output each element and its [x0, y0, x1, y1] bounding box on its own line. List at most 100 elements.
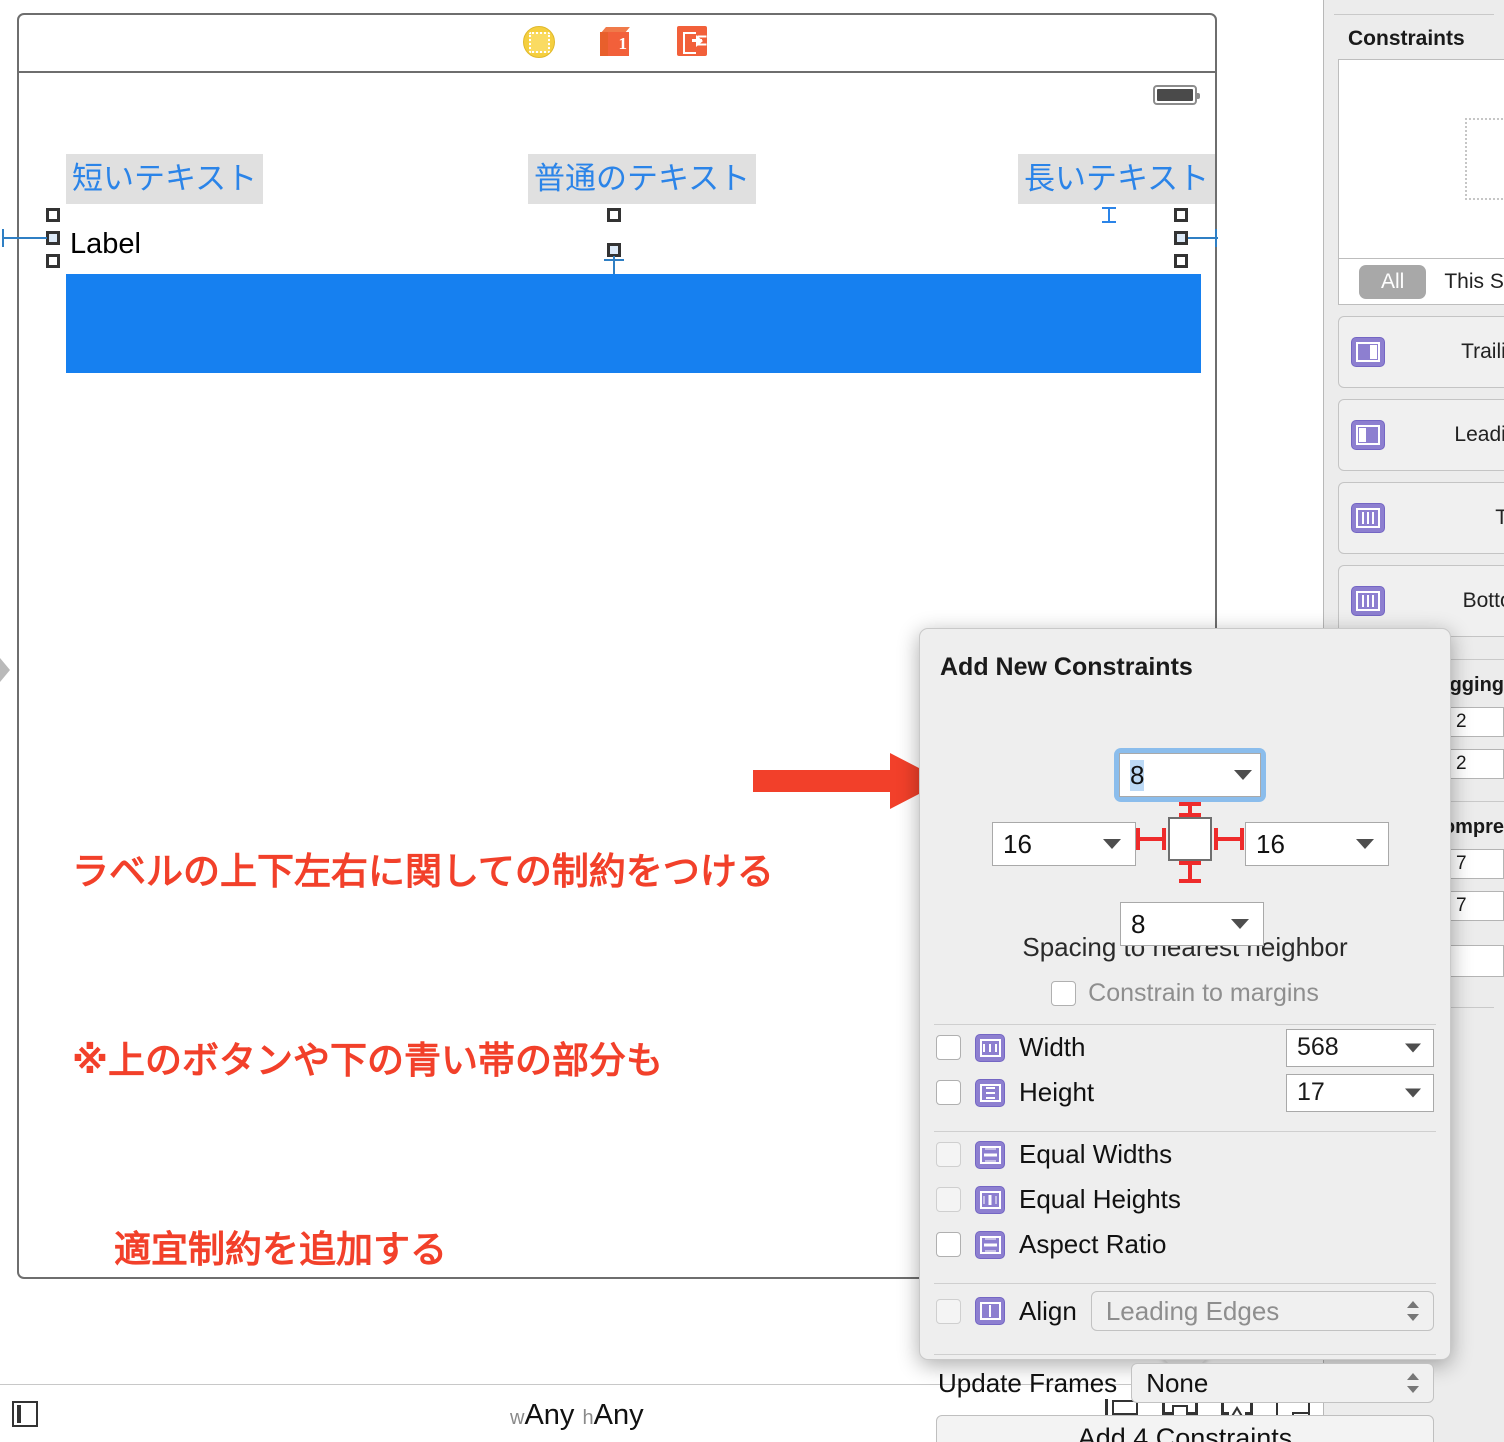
- constraint-label: Bottom S: [1462, 589, 1504, 612]
- constraint-row-leading[interactable]: Leading S: [1338, 399, 1504, 471]
- trailing-spacing-field[interactable]: 16: [1245, 822, 1389, 866]
- selection-handle-center-bottom[interactable]: [607, 243, 621, 257]
- height-value-field[interactable]: 17: [1286, 1073, 1434, 1112]
- blue-band-view[interactable]: [66, 274, 1201, 373]
- constraint-guide-leading-cap: [2, 229, 4, 247]
- add-constraints-button[interactable]: Add 4 Constraints: [936, 1415, 1434, 1442]
- width-option-row[interactable]: Width 568: [920, 1025, 1450, 1070]
- leading-strut-toggle[interactable]: [1136, 828, 1166, 850]
- top-spacing-field[interactable]: 8: [1119, 753, 1261, 797]
- selection-handle-center-top[interactable]: [607, 208, 621, 222]
- selection-handle-left-top[interactable]: [46, 208, 60, 222]
- baseline-guide-icon: [1102, 207, 1116, 223]
- constraint-label: Leading S: [1454, 423, 1504, 446]
- first-responder-badge: 1: [608, 32, 629, 56]
- trailing-spacing-value: 16: [1256, 828, 1285, 859]
- width-value: 568: [1297, 1033, 1339, 1061]
- segment-all[interactable]: All: [1359, 264, 1427, 299]
- constraint-guide-trailing-cap: [1215, 229, 1217, 247]
- width-checkbox[interactable]: [936, 1035, 961, 1060]
- annotation-text: ラベルの上下左右に関しての制約をつける ※上のボタンや下の青い帯の部分も 適宜制…: [72, 714, 774, 1407]
- chevron-down-icon[interactable]: [1231, 919, 1249, 929]
- chevron-down-icon[interactable]: [1356, 839, 1374, 849]
- compression-vertical-field[interactable]: 7: [1450, 891, 1504, 921]
- leading-spacing-field[interactable]: 16: [992, 822, 1136, 866]
- button-long-text[interactable]: 長いテキスト: [1018, 154, 1216, 204]
- chevron-down-icon[interactable]: [1234, 770, 1252, 780]
- selection-handle-left-bottom[interactable]: [46, 254, 60, 268]
- top-space-icon: [1351, 503, 1385, 533]
- align-option-row[interactable]: Align Leading Edges: [920, 1284, 1450, 1338]
- bottom-strut-toggle[interactable]: [1179, 861, 1201, 883]
- top-strut-toggle[interactable]: [1179, 802, 1201, 817]
- width-label: Width: [1019, 1032, 1086, 1062]
- update-frames-row[interactable]: Update Frames None: [920, 1355, 1450, 1403]
- button-normal-text[interactable]: 普通のテキスト: [528, 154, 757, 204]
- width-value-field[interactable]: 568: [1286, 1028, 1434, 1067]
- exit-icon[interactable]: [677, 26, 711, 60]
- constrain-to-margins-row[interactable]: Constrain to margins: [920, 979, 1450, 1008]
- constraint-row-bottom[interactable]: Bottom S: [1338, 565, 1504, 637]
- hugging-horizontal-field[interactable]: 2: [1450, 707, 1504, 737]
- constraint-scope-segmented-control[interactable]: All This Si: [1338, 259, 1504, 305]
- chevron-down-icon[interactable]: [1103, 839, 1121, 849]
- trailing-strut-toggle[interactable]: [1214, 828, 1244, 850]
- add-new-constraints-popover[interactable]: Add New Constraints 8 16 16 8 Spacing to…: [919, 628, 1451, 1442]
- trailing-space-icon: [1351, 337, 1385, 367]
- constraint-guide-leading: [2, 237, 47, 239]
- popover-title: Add New Constraints: [940, 653, 1193, 681]
- align-checkbox[interactable]: [936, 1298, 961, 1324]
- document-outline-toggle-icon[interactable]: [12, 1401, 38, 1427]
- annotation-line-1: ラベルの上下左右に関しての制約をつける: [72, 850, 774, 893]
- align-label: Align: [1019, 1295, 1077, 1326]
- constraint-label: Top S: [1385, 506, 1504, 530]
- leading-space-icon: [1351, 420, 1385, 450]
- equal-widths-icon: [975, 1140, 1005, 1169]
- constrain-to-margins-checkbox[interactable]: [1051, 981, 1077, 1006]
- equal-widths-checkbox[interactable]: [936, 1142, 961, 1167]
- height-checkbox[interactable]: [936, 1080, 961, 1105]
- inspector-section-title: Constraints: [1348, 27, 1465, 50]
- height-label: Height: [1019, 1077, 1095, 1107]
- chevron-updown-icon: [1407, 1371, 1421, 1395]
- align-icon: [975, 1297, 1005, 1325]
- selection-handle-right-mid[interactable]: [1174, 231, 1188, 245]
- bottom-spacing-field[interactable]: 8: [1120, 902, 1264, 946]
- aspect-ratio-option-row[interactable]: Aspect Ratio: [920, 1222, 1450, 1267]
- hugging-vertical-field[interactable]: 2: [1450, 749, 1504, 779]
- scene-dock: 1: [19, 15, 1215, 73]
- size-field[interactable]: [1444, 945, 1504, 977]
- view-controller-icon[interactable]: [523, 26, 557, 60]
- chevron-down-icon[interactable]: [1405, 1043, 1421, 1052]
- equal-heights-option-row[interactable]: Equal Heights: [920, 1177, 1450, 1222]
- height-option-row[interactable]: Height 17: [920, 1070, 1450, 1115]
- label-element[interactable]: Label: [70, 227, 141, 261]
- constraint-guide-bottom-cap: [604, 259, 624, 261]
- update-frames-select[interactable]: None: [1131, 1363, 1434, 1403]
- size-class-h-prefix: h: [582, 1407, 594, 1429]
- constraint-row-trailing[interactable]: Trailing S: [1338, 316, 1504, 388]
- segment-this-size[interactable]: This Si: [1444, 270, 1504, 294]
- chevron-updown-icon: [1407, 1299, 1421, 1323]
- bottom-space-icon: [1351, 586, 1385, 616]
- canvas-collapse-triangle-icon[interactable]: [0, 658, 10, 682]
- size-class-indicator[interactable]: wAny hAny: [510, 1399, 644, 1432]
- xcode-interface-builder-window: 1 短いテキスト 普通のテキスト 長いテキスト Label ラベルの上下左右に関…: [0, 0, 1504, 1442]
- equal-heights-checkbox[interactable]: [936, 1187, 961, 1212]
- size-class-w-prefix: w: [510, 1407, 525, 1429]
- selection-handle-right-bottom[interactable]: [1174, 254, 1188, 268]
- constrain-to-margins-label: Constrain to margins: [1088, 979, 1319, 1007]
- constraint-row-top[interactable]: Top S: [1338, 482, 1504, 554]
- align-select[interactable]: Leading Edges: [1090, 1291, 1434, 1331]
- equal-widths-option-row[interactable]: Equal Widths: [920, 1132, 1450, 1177]
- selection-handle-left-mid[interactable]: [46, 231, 60, 245]
- selection-handle-right-top[interactable]: [1174, 208, 1188, 222]
- leading-spacing-value: 16: [1003, 828, 1032, 859]
- compression-horizontal-field[interactable]: 7: [1450, 849, 1504, 879]
- first-responder-icon[interactable]: 1: [600, 27, 634, 59]
- button-short-text[interactable]: 短いテキスト: [66, 154, 264, 204]
- constraint-preview-box[interactable]: [1338, 59, 1504, 259]
- aspect-ratio-checkbox[interactable]: [936, 1232, 961, 1257]
- chevron-down-icon[interactable]: [1405, 1088, 1421, 1097]
- annotation-line-3: 適宜制約を追加する: [114, 1228, 447, 1271]
